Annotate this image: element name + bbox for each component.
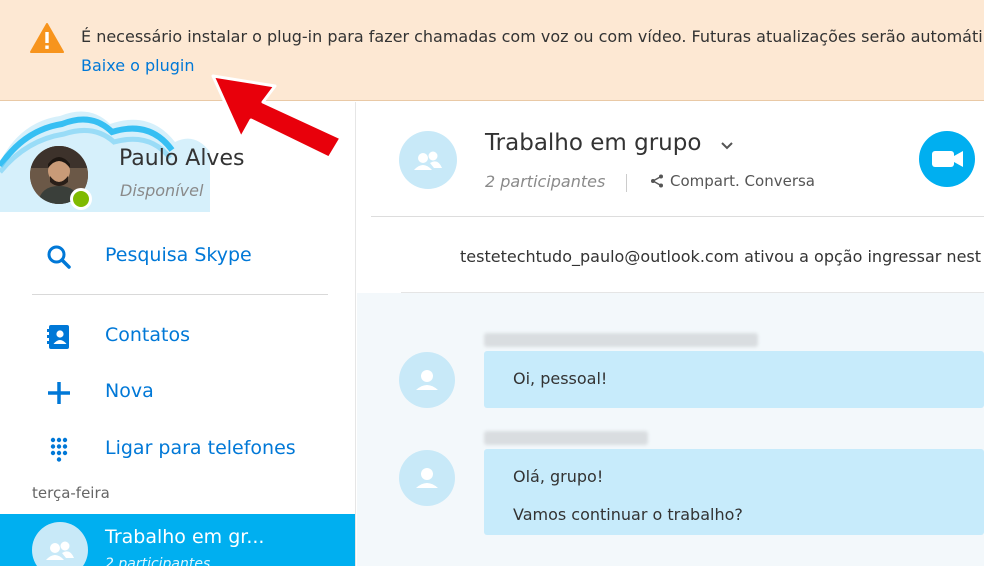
warning-icon: [30, 23, 64, 53]
message-avatar[interactable]: [399, 352, 455, 408]
sidebar: Paulo Alves Disponível Pesquisa Skype Co…: [0, 102, 356, 566]
participants-count[interactable]: 2 participantes: [485, 172, 605, 191]
nav-search-label: Pesquisa Skype: [105, 244, 252, 266]
search-icon: [47, 245, 71, 269]
share-conversation-button[interactable]: Compart. Conversa: [650, 172, 815, 190]
presence-indicator: [70, 188, 92, 210]
message-sender-redacted: [484, 431, 648, 445]
nav-new[interactable]: Nova: [0, 370, 355, 414]
conversation-title[interactable]: Trabalho em grupo: [485, 130, 701, 156]
profile-name[interactable]: Paulo Alves: [119, 146, 244, 171]
recent-day-label: terça-feira: [32, 484, 110, 502]
user-icon: [416, 370, 438, 390]
message-bubble[interactable]: Olá, grupo! Vamos continuar o trabalho?: [484, 449, 984, 535]
message-text: Oi, pessoal!: [513, 369, 608, 388]
message-text-line: Olá, grupo!: [513, 467, 604, 486]
nav-call-phones-label: Ligar para telefones: [105, 437, 296, 459]
contacts-icon: [47, 325, 69, 349]
profile-status[interactable]: Disponível: [120, 181, 203, 200]
share-icon: [651, 174, 663, 188]
message-sender-redacted: [484, 333, 758, 347]
share-conversation-label: Compart. Conversa: [670, 172, 815, 190]
chevron-down-icon[interactable]: [719, 138, 735, 154]
dialpad-icon: [50, 437, 68, 462]
nav-contacts-label: Contatos: [105, 324, 190, 346]
download-plugin-link[interactable]: Baixe o plugin: [81, 56, 195, 75]
banner-message: É necessário instalar o plug-in para faz…: [81, 27, 983, 46]
recent-conversation-avatar: [32, 522, 88, 566]
plugin-warning-banner: É necessário instalar o plug-in para faz…: [0, 0, 984, 101]
header-separator: [626, 174, 627, 192]
recent-conversation-subtitle: 2 participantes: [105, 556, 211, 566]
plus-icon: [48, 382, 70, 404]
conversation-pane: Trabalho em grupo 2 participantes Compar…: [357, 102, 984, 566]
system-message: testetechtudo_paulo@outlook.com ativou a…: [460, 247, 982, 266]
chat-history: Oi, pessoal! Olá, grupo! Vamos continuar…: [357, 293, 984, 566]
nav-new-label: Nova: [105, 380, 154, 402]
video-camera-icon: [932, 151, 963, 167]
user-icon: [416, 468, 438, 488]
group-icon: [46, 541, 74, 560]
header-divider: [371, 216, 984, 217]
nav-call-phones[interactable]: Ligar para telefones: [0, 427, 355, 471]
conversation-avatar[interactable]: [399, 131, 457, 189]
nav-search[interactable]: Pesquisa Skype: [0, 234, 355, 278]
sidebar-divider: [32, 294, 328, 295]
video-call-button[interactable]: [919, 131, 975, 187]
message-avatar[interactable]: [399, 450, 455, 506]
group-icon: [414, 151, 442, 170]
recent-conversation-item[interactable]: Trabalho em gr... 2 participantes: [0, 514, 355, 566]
message-bubble[interactable]: Oi, pessoal!: [484, 351, 984, 408]
nav-contacts[interactable]: Contatos: [0, 314, 355, 358]
recent-conversation-title: Trabalho em gr...: [105, 526, 265, 548]
message-text-line: Vamos continuar o trabalho?: [513, 505, 743, 524]
